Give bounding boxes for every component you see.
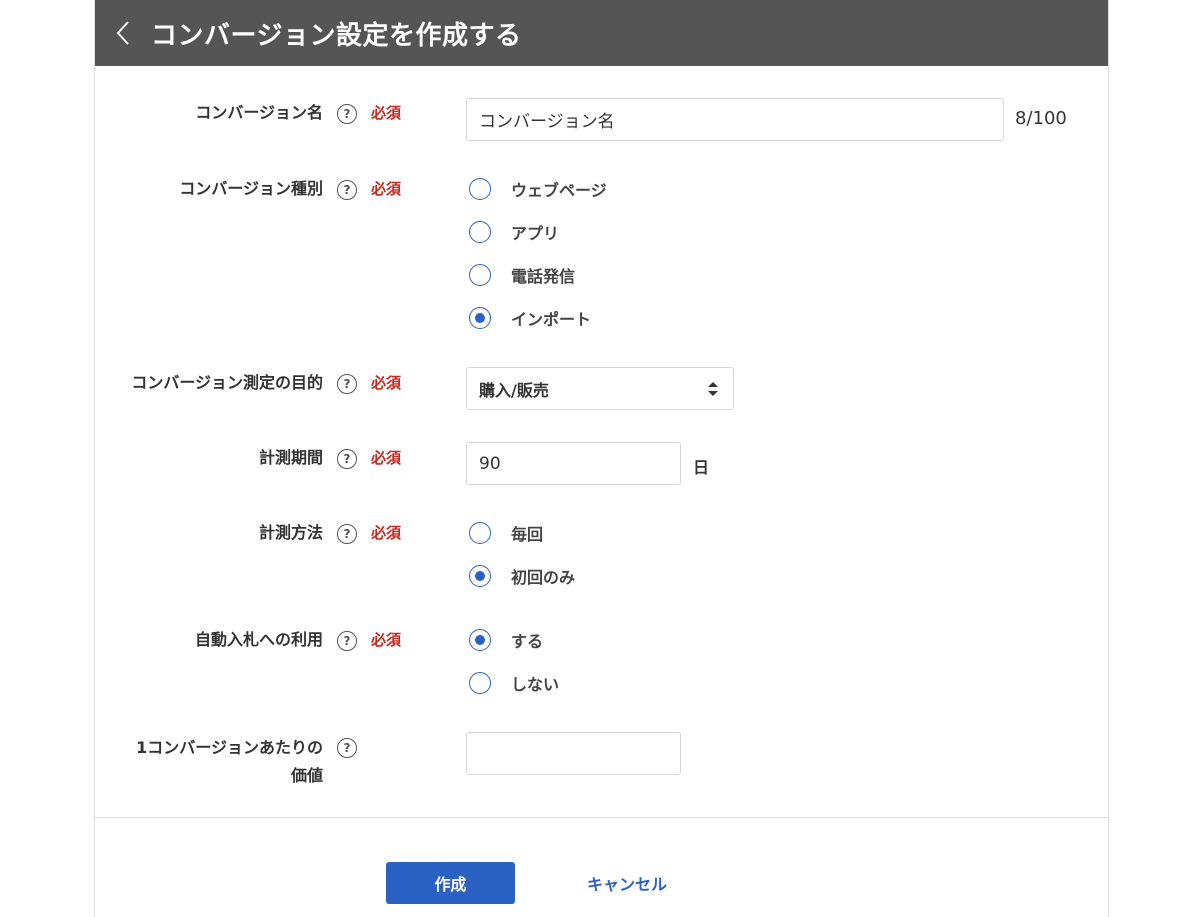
help-icon[interactable]: ?: [337, 180, 357, 200]
radio-type-phone[interactable]: 電話発信: [469, 261, 575, 289]
radio-label: アプリ: [511, 224, 560, 243]
help-icon[interactable]: ?: [337, 449, 357, 469]
field-label-line: 1コンバージョンあたりの: [136, 738, 323, 757]
help-icon[interactable]: ?: [337, 374, 357, 394]
radio-label: ウェブページ: [511, 181, 607, 200]
field-label: 計測期間: [258, 448, 323, 467]
radio-button[interactable]: [469, 221, 491, 243]
radio-type-app[interactable]: アプリ: [469, 218, 559, 246]
conversion-name-input[interactable]: コンバージョン名: [466, 98, 1004, 141]
cancel-button[interactable]: キャンセル: [587, 862, 667, 904]
required-badge: 必須: [371, 631, 402, 649]
help-icon[interactable]: ?: [337, 104, 357, 124]
help-icon[interactable]: ?: [337, 524, 357, 544]
purpose-select[interactable]: 購入/販売: [466, 367, 734, 410]
radio-label: インポート: [511, 310, 592, 329]
conversion-form-panel: コンバージョン設定を作成する コンバージョン名 ? 必須 コンバージョン名 8/…: [94, 0, 1109, 917]
field-label: 1コンバージョンあたりの 価値: [95, 734, 323, 790]
field-label: コンバージョン種別: [179, 179, 323, 198]
required-badge: 必須: [371, 524, 402, 542]
radio-method-first-only[interactable]: 初回のみ: [469, 562, 575, 590]
required-badge: 必須: [371, 104, 402, 122]
radio-auto-bid-yes[interactable]: する: [469, 626, 543, 654]
field-label: コンバージョン名: [195, 103, 323, 122]
radio-button-selected[interactable]: [469, 565, 491, 587]
radio-type-import[interactable]: インポート: [469, 304, 591, 332]
required-badge: 必須: [371, 374, 402, 392]
radio-button-selected[interactable]: [469, 307, 491, 329]
radio-label: 毎回: [511, 525, 544, 544]
chevron-left-icon: [116, 20, 130, 46]
required-badge: 必須: [371, 449, 402, 467]
radio-label: 電話発信: [511, 267, 576, 286]
field-label-line: 価値: [290, 766, 323, 785]
field-label: 自動入札への利用: [194, 630, 323, 649]
radio-label: する: [511, 632, 544, 651]
radio-method-every[interactable]: 毎回: [469, 519, 543, 547]
help-icon[interactable]: ?: [337, 631, 357, 651]
radio-type-webpage[interactable]: ウェブページ: [469, 175, 607, 203]
select-updown-icon: [707, 380, 719, 402]
period-input[interactable]: 90: [466, 442, 681, 485]
page-title: コンバージョン設定を作成する: [151, 20, 522, 51]
field-label: 計測方法: [258, 523, 323, 542]
radio-auto-bid-no[interactable]: しない: [469, 669, 559, 697]
radio-label: 初回のみ: [511, 568, 576, 587]
footer-divider: [95, 817, 1108, 818]
radio-button[interactable]: [469, 672, 491, 694]
help-icon[interactable]: ?: [337, 738, 357, 758]
radio-label: しない: [511, 675, 560, 694]
radio-button-selected[interactable]: [469, 629, 491, 651]
radio-button[interactable]: [469, 522, 491, 544]
field-label: コンバージョン測定の目的: [131, 373, 323, 392]
required-badge: 必須: [371, 180, 402, 198]
radio-button[interactable]: [469, 178, 491, 200]
radio-button[interactable]: [469, 264, 491, 286]
period-unit: 日: [693, 458, 710, 477]
value-per-conversion-input[interactable]: [466, 732, 681, 775]
char-counter: 8/100: [1015, 108, 1067, 129]
purpose-select-value: 購入/販売: [479, 380, 549, 400]
page-header: コンバージョン設定を作成する: [95, 0, 1108, 66]
create-button[interactable]: 作成: [386, 862, 515, 904]
back-button[interactable]: [95, 0, 151, 66]
